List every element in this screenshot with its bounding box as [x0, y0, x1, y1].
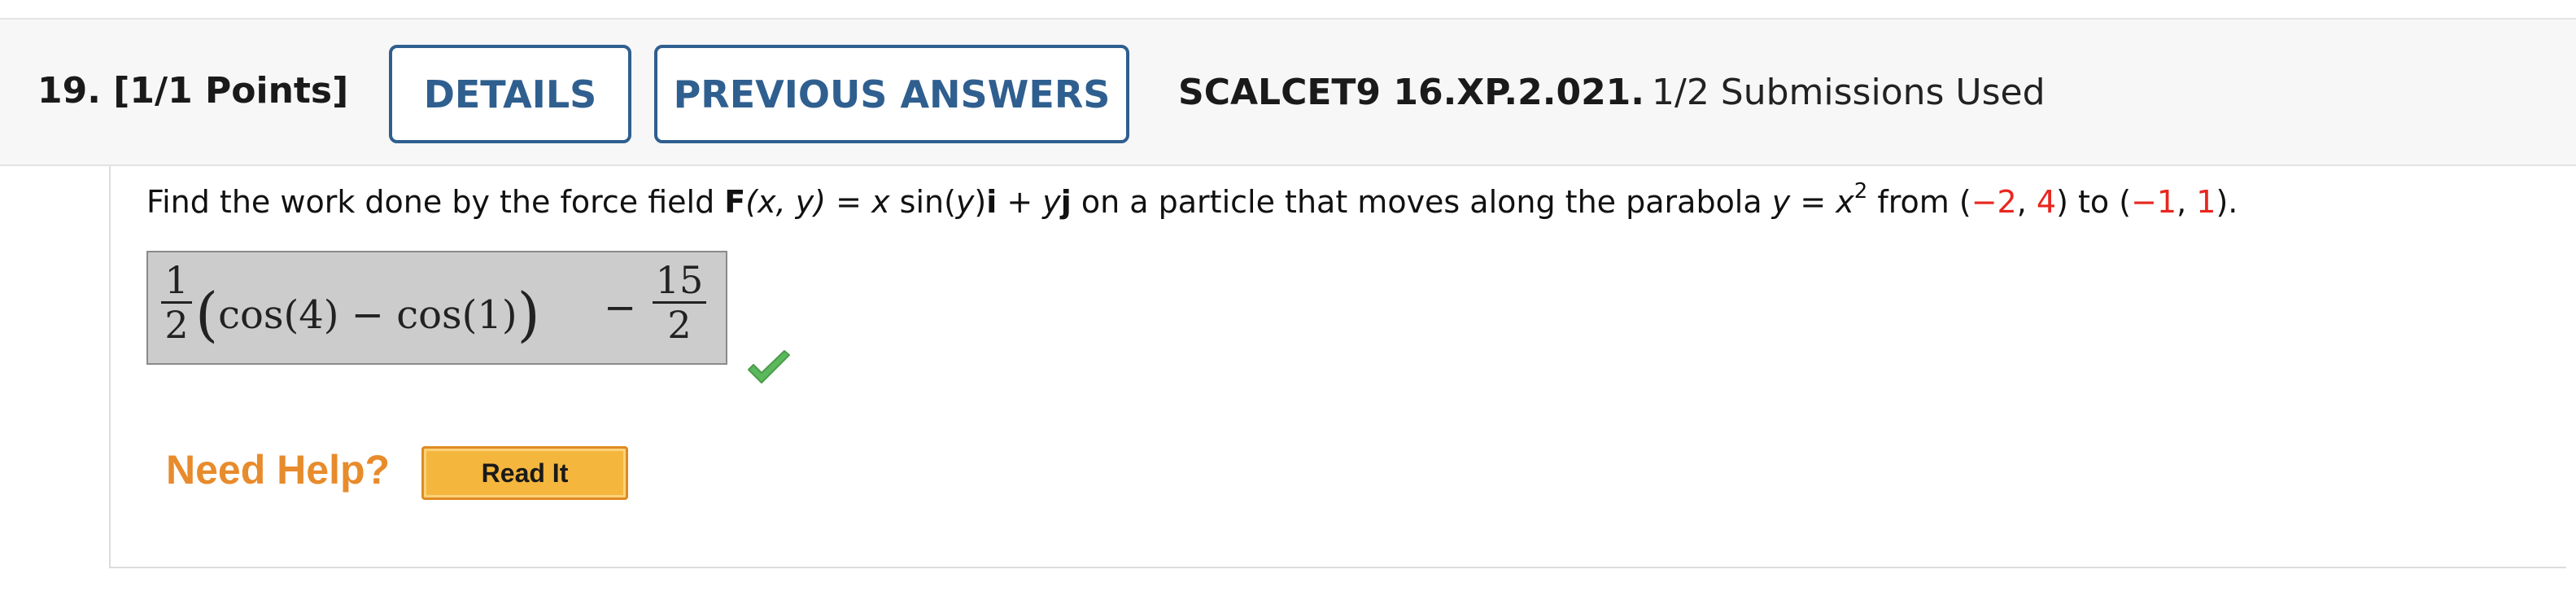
question-header: 19. [1/1 Points] DETAILS PREVIOUS ANSWER…: [0, 18, 2576, 166]
start-point-y: 4: [2036, 184, 2057, 220]
start-point-x: −2: [1971, 184, 2017, 220]
fraction-one-half: 1 2: [161, 261, 192, 344]
answer-box: 1 2 (cos(4) − cos(1)) − 15 2: [146, 251, 727, 365]
previous-answers-button[interactable]: PREVIOUS ANSWERS: [654, 45, 1129, 143]
submissions-used: 1/2 Submissions Used: [1652, 72, 2046, 113]
answer-expression: (cos(4) − cos(1)): [195, 280, 540, 348]
question-number-points: 19. [1/1 Points]: [37, 70, 348, 112]
question-content-area: [109, 166, 2566, 568]
need-help-label: Need Help?: [166, 447, 391, 493]
end-point-y: 1: [2196, 184, 2216, 220]
answer-minus: −: [604, 285, 637, 331]
end-point-x: −1: [2131, 184, 2177, 220]
fraction-fifteen-halves: 15 2: [653, 261, 706, 344]
question-number: 19.: [37, 70, 101, 112]
points-badge: [1/1 Points]: [113, 70, 349, 112]
assignment-code: SCALCET9 16.XP.2.021.: [1178, 72, 1645, 113]
correct-check-icon: [748, 350, 790, 383]
problem-statement: Find the work done by the force field F(…: [146, 179, 2238, 220]
details-button[interactable]: DETAILS: [389, 45, 631, 143]
read-it-button[interactable]: Read It: [421, 446, 628, 500]
